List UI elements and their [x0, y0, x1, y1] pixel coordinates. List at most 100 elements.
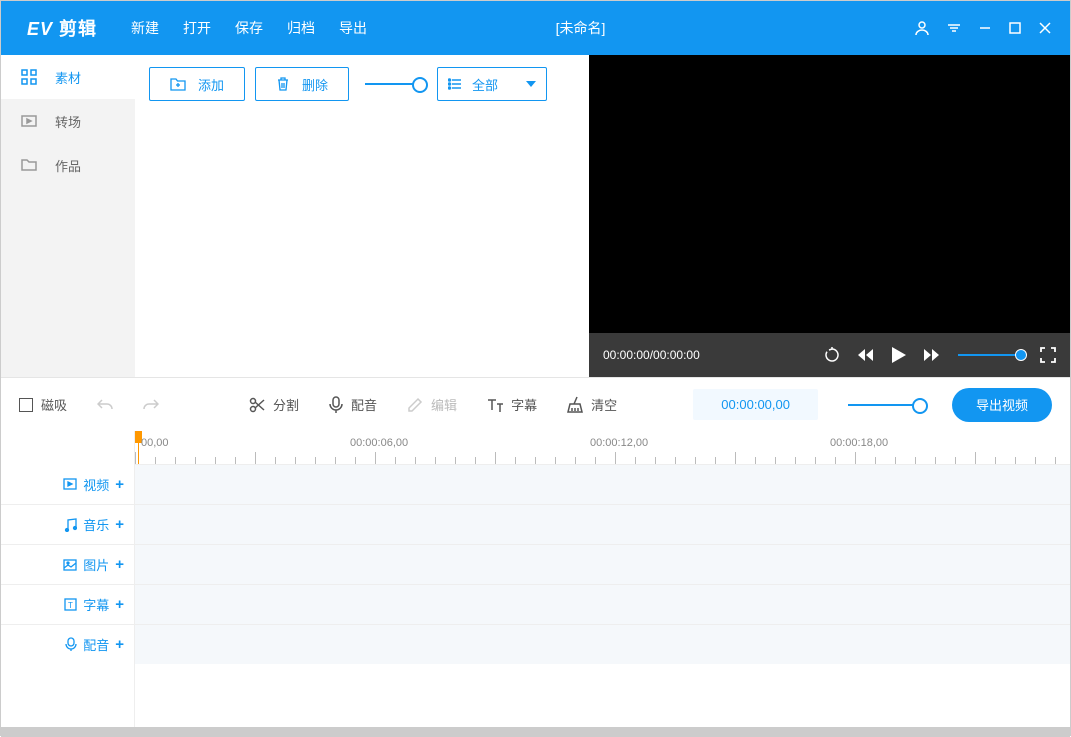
track-row[interactable]	[135, 584, 1070, 624]
sidebar-item-material[interactable]: 素材	[1, 55, 135, 99]
volume-slider[interactable]	[958, 354, 1022, 356]
export-video-button[interactable]: 导出视频	[952, 388, 1052, 422]
asset-panel: 添加 删除 全部	[135, 55, 589, 377]
pencil-icon	[407, 397, 423, 413]
track-row[interactable]	[135, 464, 1070, 504]
subtitle-button[interactable]: 字幕	[487, 395, 537, 414]
ruler-mark: 00,00	[141, 437, 169, 449]
split-label: 分割	[273, 395, 299, 414]
add-folder-icon	[170, 77, 186, 91]
timeline-toolbar: 磁吸 分割 配音 编辑 字幕 清空 00:00:00,00 导出视频	[1, 377, 1070, 431]
plus-icon: +	[115, 516, 124, 533]
track-label-voice[interactable]: 配音 +	[1, 624, 134, 664]
close-icon[interactable]	[1038, 21, 1052, 35]
track-label-text: 图片	[83, 555, 109, 574]
logo-text: 剪辑	[53, 19, 97, 39]
snap-label: 磁吸	[41, 395, 67, 414]
menu-new[interactable]: 新建	[131, 18, 159, 38]
track-label-music[interactable]: 音乐 +	[1, 504, 134, 544]
replay-icon[interactable]	[824, 347, 840, 363]
user-icon[interactable]	[914, 20, 930, 36]
filter-label: 全部	[472, 75, 516, 94]
minimize-icon[interactable]	[978, 21, 992, 35]
track-label-image[interactable]: 图片 +	[1, 544, 134, 584]
add-label: 添加	[198, 75, 224, 94]
subtitle-label: 字幕	[511, 395, 537, 414]
filter-dropdown[interactable]: 全部	[437, 67, 547, 101]
clear-button[interactable]: 清空	[567, 395, 617, 414]
voice-button[interactable]: 配音	[329, 395, 377, 414]
zoom-slider[interactable]	[848, 404, 922, 406]
window-controls	[914, 20, 1070, 36]
sidebar-item-label: 转场	[55, 112, 81, 131]
scissors-icon	[249, 397, 265, 413]
menu-icon[interactable]	[946, 20, 962, 36]
logo-ev: EV	[27, 19, 53, 39]
plus-icon: +	[115, 556, 124, 573]
sidebar-item-label: 素材	[55, 68, 81, 87]
track-row[interactable]	[135, 624, 1070, 664]
track-label-text: 音乐	[83, 515, 109, 534]
app-logo: EV 剪辑	[1, 15, 123, 41]
sidebar-item-projects[interactable]: 作品	[1, 143, 135, 187]
forward-icon[interactable]	[924, 348, 940, 362]
add-button[interactable]: 添加	[149, 67, 245, 101]
svg-text:T: T	[68, 601, 73, 610]
list-icon	[448, 78, 462, 90]
track-label-text: 视频	[83, 475, 109, 494]
timeline: 视频 + 音乐 + 图片 + T 字幕 + 配音 + 00,00 00:00:0…	[1, 431, 1070, 727]
maximize-icon[interactable]	[1008, 21, 1022, 35]
time-ruler[interactable]: 00,00 00:00:06,00 00:00:12,00 00:00:18,0…	[135, 431, 1070, 464]
ruler-mark: 00:00:12,00	[590, 437, 648, 449]
undo-icon	[97, 398, 113, 412]
plus-icon: +	[115, 596, 124, 613]
snap-toggle[interactable]: 磁吸	[19, 395, 67, 414]
edit-label: 编辑	[431, 395, 457, 414]
folder-icon	[21, 157, 37, 173]
document-title: [未命名]	[247, 18, 914, 38]
trash-icon	[276, 76, 290, 92]
sidebar-item-label: 作品	[55, 156, 81, 175]
split-button[interactable]: 分割	[249, 395, 299, 414]
fullscreen-icon[interactable]	[1040, 347, 1056, 363]
undo-button[interactable]	[97, 398, 113, 412]
checkbox-icon	[19, 398, 33, 412]
video-preview[interactable]	[589, 55, 1070, 333]
voice-label: 配音	[351, 395, 377, 414]
track-labels: 视频 + 音乐 + 图片 + T 字幕 + 配音 +	[1, 431, 135, 727]
main-row: 素材 转场 作品 添加 删除 全部	[1, 55, 1070, 377]
plus-icon: +	[115, 476, 124, 493]
track-label-video[interactable]: 视频 +	[1, 464, 134, 504]
asset-toolbar: 添加 删除 全部	[149, 67, 575, 101]
track-label-text: 配音	[83, 635, 109, 654]
preview-timecode: 00:00:00/00:00:00	[603, 348, 700, 362]
track-label-subtitle[interactable]: T 字幕 +	[1, 584, 134, 624]
tracks-area[interactable]: 00,00 00:00:06,00 00:00:12,00 00:00:18,0…	[135, 431, 1070, 727]
music-track-icon	[64, 518, 77, 532]
plus-icon: +	[115, 636, 124, 653]
track-row[interactable]	[135, 544, 1070, 584]
ruler-mark: 00:00:06,00	[350, 437, 408, 449]
video-track-icon	[63, 478, 77, 490]
track-row[interactable]	[135, 504, 1070, 544]
menu-open[interactable]: 打开	[183, 18, 211, 38]
preview-panel: 00:00:00/00:00:00	[589, 55, 1070, 377]
play-controls: 00:00:00/00:00:00	[589, 333, 1070, 377]
clear-label: 清空	[591, 395, 617, 414]
delete-label: 删除	[302, 75, 328, 94]
titlebar: EV 剪辑 新建 打开 保存 归档 导出 [未命名]	[1, 1, 1070, 55]
grid-icon	[21, 69, 37, 85]
track-label-text: 字幕	[83, 595, 109, 614]
play-icon[interactable]	[892, 347, 906, 363]
chevron-down-icon	[526, 81, 536, 87]
sidebar: 素材 转场 作品	[1, 55, 135, 377]
transition-icon	[21, 113, 37, 129]
redo-button[interactable]	[143, 398, 159, 412]
broom-icon	[567, 396, 583, 414]
ruler-mark: 00:00:18,00	[830, 437, 888, 449]
rewind-icon[interactable]	[858, 348, 874, 362]
edit-button[interactable]: 编辑	[407, 395, 457, 414]
thumbnail-size-slider[interactable]	[365, 83, 421, 85]
delete-button[interactable]: 删除	[255, 67, 349, 101]
sidebar-item-transition[interactable]: 转场	[1, 99, 135, 143]
